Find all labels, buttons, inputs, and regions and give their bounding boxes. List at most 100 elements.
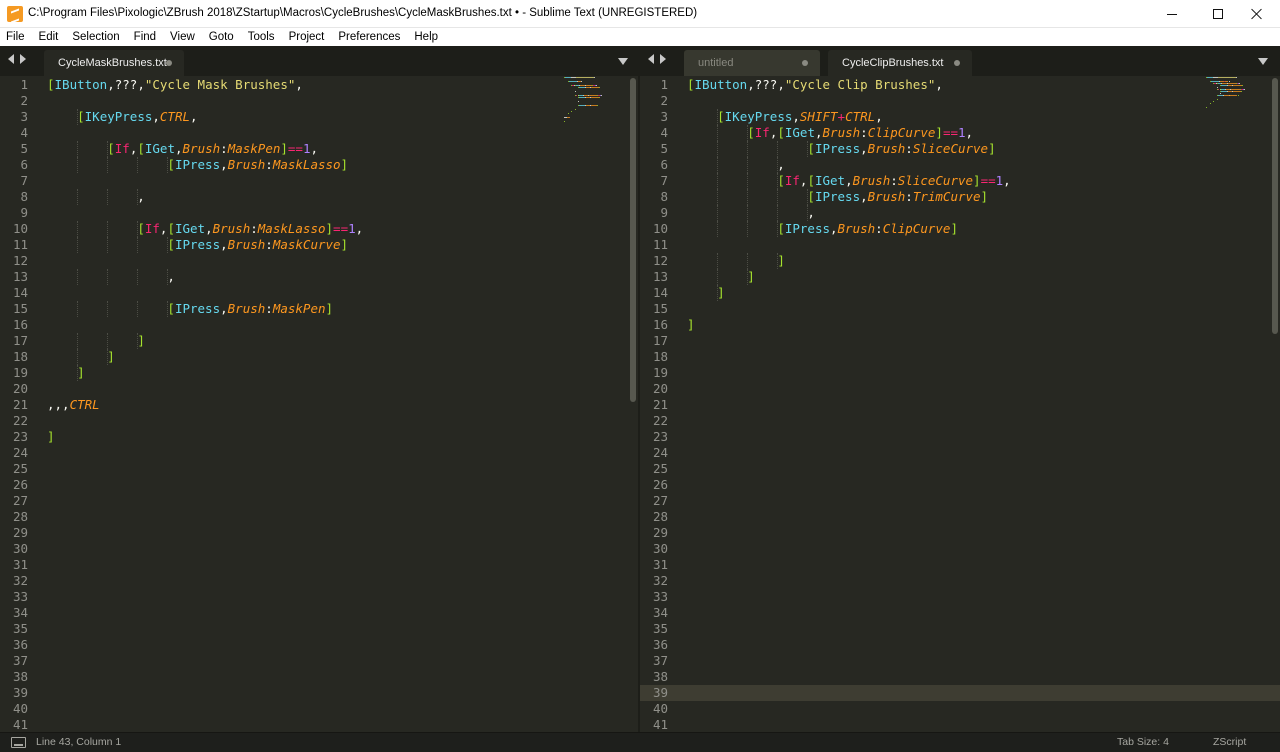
minimap-line [581, 81, 583, 82]
code-line[interactable]: , [47, 189, 145, 205]
syntax-indicator[interactable]: ZScript [1213, 736, 1246, 748]
code-line[interactable]: [If,[IGet,Brush:SliceCurve]==1, [687, 173, 1010, 189]
code-line[interactable]: [IKeyPress,CTRL, [47, 109, 197, 125]
right-editor-pane[interactable]: 1 2 3 4 5 6 7 8 9 10 11 12 13 14 15 16 17 18 19 20 21 22 23 24 2… [640, 76, 1280, 732]
code-line[interactable]: ] [687, 253, 785, 269]
code-line[interactable]: [If,[IGet,Brush:MaskPen]==1, [47, 141, 318, 157]
code-token: IGet [814, 173, 846, 188]
menu-edit[interactable]: Edit [32, 28, 66, 46]
right-tab-dropdown-icon[interactable] [1258, 58, 1268, 65]
code-line[interactable]: [IPress,Brush:MaskLasso] [47, 157, 348, 173]
vertical-scrollbar[interactable] [628, 76, 638, 732]
code-line[interactable]: ] [687, 269, 755, 285]
code-token: If [144, 221, 160, 236]
tab-prev-arrow-icon[interactable] [648, 54, 654, 64]
code-line[interactable]: ] [47, 333, 145, 349]
minimize-button[interactable] [1149, 0, 1195, 28]
code-token: : [890, 173, 898, 188]
left-editor-pane[interactable]: 1 2 3 4 5 6 7 8 9 10 11 12 13 14 15 16 17 18 19 20 21 22 23 24 2… [0, 76, 638, 732]
code-token: IPress [174, 237, 221, 252]
code-line[interactable]: ] [47, 365, 85, 381]
code-token: == [942, 125, 959, 140]
code-token: SliceCurve [912, 141, 989, 156]
code-token: , [965, 125, 974, 140]
code-line[interactable]: [IPress,Brush:SliceCurve] [687, 141, 995, 157]
minimap-line [1235, 77, 1237, 78]
minimap[interactable] [1206, 76, 1270, 136]
vertical-scrollbar[interactable] [1270, 76, 1280, 732]
code-token: Brush [227, 237, 266, 252]
code-area[interactable]: [IButton,???,"Cycle Mask Brushes", [IKey… [47, 76, 638, 732]
menu-view[interactable]: View [163, 28, 202, 46]
tab-label: CycleClipBrushes.txt [842, 57, 944, 69]
code-token: ] [687, 317, 695, 332]
tab-next-arrow-icon[interactable] [660, 54, 666, 64]
line-number: 12 [12, 253, 28, 268]
code-token: IGet [784, 125, 815, 140]
menu-find[interactable]: Find [127, 28, 163, 46]
indent-guide [107, 221, 109, 237]
tab-modified-dot-icon[interactable] [954, 60, 960, 66]
scrollbar-thumb[interactable] [630, 78, 636, 402]
code-line[interactable]: ] [47, 349, 115, 365]
indent-guide [77, 157, 79, 173]
code-token: IPress [174, 301, 221, 316]
code-token: ] [973, 173, 981, 188]
menu-file[interactable]: File [0, 28, 32, 46]
line-number: 31 [12, 557, 28, 572]
line-number: 14 [12, 285, 28, 300]
line-number-gutter: 1 2 3 4 5 6 7 8 9 10 11 12 13 14 15 16 17 18 19 20 21 22 23 24 2… [640, 76, 682, 732]
indent-guide [717, 189, 719, 205]
menu-project[interactable]: Project [282, 28, 332, 46]
menu-selection[interactable]: Selection [65, 28, 126, 46]
indent-guide [777, 157, 779, 173]
line-number: 40 [652, 701, 668, 716]
menu-goto[interactable]: Goto [202, 28, 241, 46]
tab-cyclemaskbrushes[interactable]: CycleMaskBrushes.txt [44, 50, 184, 76]
code-line[interactable]: , [687, 205, 815, 221]
code-line[interactable]: [IPress,Brush:MaskPen] [47, 301, 333, 317]
code-line[interactable]: , [47, 269, 175, 285]
tab-next-arrow-icon[interactable] [20, 54, 26, 64]
tab-size-indicator[interactable]: Tab Size: 4 [1117, 736, 1169, 748]
code-line[interactable]: [IButton,???,"Cycle Clip Brushes", [687, 77, 943, 93]
code-line[interactable]: ] [687, 317, 695, 333]
line-number: 21 [652, 397, 668, 412]
code-token: , [152, 109, 160, 124]
code-token: , [174, 141, 183, 156]
close-button[interactable] [1234, 0, 1280, 28]
code-token: [ [807, 173, 815, 188]
code-line[interactable]: [IPress,Brush:MaskCurve] [47, 237, 348, 253]
code-token: If [114, 141, 130, 156]
indent-guide [77, 301, 79, 317]
code-line[interactable]: [If,[IGet,Brush:MaskLasso]==1, [47, 221, 363, 237]
code-line[interactable]: [IButton,???,"Cycle Mask Brushes", [47, 77, 303, 93]
menu-preferences[interactable]: Preferences [331, 28, 407, 46]
minimap-line [1229, 95, 1238, 96]
tab-untitled[interactable]: untitled [684, 50, 820, 76]
indent-guide [777, 205, 779, 221]
minimap[interactable] [564, 76, 628, 136]
console-panel-icon[interactable] [11, 737, 26, 748]
tab-prev-arrow-icon[interactable] [8, 54, 14, 64]
code-line[interactable]: [IPress,Brush:TrimCurve] [687, 189, 988, 205]
code-line[interactable]: ] [687, 285, 725, 301]
line-number-gutter: 1 2 3 4 5 6 7 8 9 10 11 12 13 14 15 16 17 18 19 20 21 22 23 24 2… [0, 76, 42, 732]
tab-modified-dot-icon[interactable] [166, 60, 172, 66]
code-token: : [265, 237, 273, 252]
code-line[interactable]: [IPress,Brush:ClipCurve] [687, 221, 958, 237]
code-line[interactable]: ] [47, 429, 55, 445]
left-tab-dropdown-icon[interactable] [618, 58, 628, 65]
tab-cycleclipbrushes[interactable]: CycleClipBrushes.txt [828, 50, 972, 76]
menu-help[interactable]: Help [407, 28, 445, 46]
code-token: [ [747, 125, 755, 140]
code-line[interactable]: ,,,CTRL [47, 397, 100, 413]
code-line[interactable]: [If,[IGet,Brush:ClipCurve]==1, [687, 125, 973, 141]
tab-modified-dot-icon[interactable] [802, 60, 808, 66]
scrollbar-thumb[interactable] [1272, 78, 1278, 334]
line-number: 17 [652, 333, 668, 348]
code-area[interactable]: [IButton,???,"Cycle Clip Brushes", [IKey… [687, 76, 1280, 732]
menu-tools[interactable]: Tools [241, 28, 282, 46]
code-line[interactable]: , [687, 157, 785, 173]
